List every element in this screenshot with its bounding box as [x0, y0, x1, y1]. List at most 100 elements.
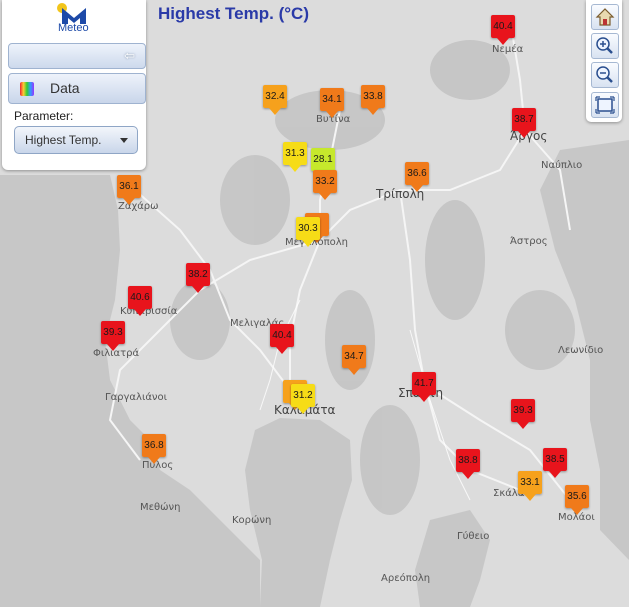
full-extent-button[interactable]: [591, 92, 619, 118]
station-marker[interactable]: 39.3: [101, 321, 125, 351]
marker-pointer: [348, 368, 360, 375]
marker-pointer: [326, 111, 338, 118]
marker-pointer: [148, 457, 160, 464]
place-label: Αρεόπολη: [381, 573, 431, 584]
station-marker[interactable]: 31.2: [291, 384, 315, 414]
marker-pointer: [123, 198, 135, 205]
station-value: 41.7: [412, 372, 436, 395]
marker-pointer: [302, 240, 314, 247]
marker-pointer: [297, 407, 309, 414]
station-value: 34.7: [342, 345, 366, 368]
station-value: 31.2: [291, 384, 315, 407]
zoom-out-button[interactable]: [591, 62, 619, 88]
station-value: 33.1: [518, 471, 542, 494]
station-value: 40.4: [270, 324, 294, 347]
zoom-out-icon: [596, 66, 613, 83]
place-label: Ναύπλιο: [541, 160, 583, 171]
station-marker[interactable]: 33.2: [313, 170, 337, 200]
zoom-in-icon: [596, 37, 613, 54]
station-value: 33.2: [313, 170, 337, 193]
station-marker[interactable]: 40.4: [491, 15, 515, 45]
marker-pointer: [549, 471, 561, 478]
place-label: Λεωνίδιο: [558, 345, 604, 356]
marker-pointer: [524, 494, 536, 501]
station-value: 36.8: [142, 434, 166, 457]
station-marker[interactable]: 34.1: [320, 88, 344, 118]
station-value: 28.1: [311, 148, 335, 171]
station-marker[interactable]: 38.2: [186, 263, 210, 293]
station-value: 35.6: [565, 485, 589, 508]
zoom-in-button[interactable]: [591, 33, 619, 59]
station-value: 40.4: [491, 15, 515, 38]
station-value: 34.1: [320, 88, 344, 111]
station-value: 38.8: [456, 449, 480, 472]
station-marker[interactable]: 36.8: [142, 434, 166, 464]
station-value: 30.3: [296, 217, 320, 240]
station-marker[interactable]: 38.7: [512, 108, 536, 138]
place-label: Γαργαλιάνοι: [105, 392, 168, 403]
station-value: 38.5: [543, 448, 567, 471]
color-scale-icon: [20, 82, 34, 96]
station-marker[interactable]: 31.3: [283, 142, 307, 172]
marker-pointer: [497, 38, 509, 45]
station-value: 39.3: [511, 399, 535, 422]
marker-pointer: [276, 347, 288, 354]
station-marker[interactable]: 38.5: [543, 448, 567, 478]
home-button[interactable]: [591, 4, 619, 30]
map-title: Highest Temp. (°C): [158, 4, 309, 23]
station-value: 36.1: [117, 175, 141, 198]
station-value: 32.4: [263, 85, 287, 108]
station-marker[interactable]: 34.7: [342, 345, 366, 375]
marker-pointer: [517, 422, 529, 429]
place-label: Κορώνη: [232, 515, 272, 526]
marker-pointer: [462, 472, 474, 479]
parameter-select-value: Highest Temp.: [25, 133, 102, 147]
station-value: 31.3: [283, 142, 307, 165]
station-value: 38.2: [186, 263, 210, 286]
data-tab[interactable]: Data: [8, 73, 146, 104]
marker-pointer: [418, 395, 430, 402]
arrow-left-icon: ⇦: [124, 48, 135, 63]
chevron-down-icon: [120, 138, 128, 143]
station-marker[interactable]: 33.1: [518, 471, 542, 501]
station-marker[interactable]: 35.6: [565, 485, 589, 515]
place-label: Γύθειο: [457, 531, 490, 542]
station-marker[interactable]: 30.3: [296, 217, 320, 247]
station-marker[interactable]: 36.6: [405, 162, 429, 192]
station-marker[interactable]: 32.4: [263, 85, 287, 115]
marker-pointer: [367, 108, 379, 115]
place-label: Νεμέα: [492, 44, 524, 55]
marker-pointer: [107, 344, 119, 351]
place-label: Μεθώνη: [140, 502, 181, 513]
station-value: 33.8: [361, 85, 385, 108]
marker-pointer: [319, 193, 331, 200]
station-marker[interactable]: 33.8: [361, 85, 385, 115]
marker-pointer: [134, 309, 146, 316]
data-tab-label: Data: [50, 80, 80, 96]
marker-pointer: [518, 131, 530, 138]
station-marker[interactable]: 36.1: [117, 175, 141, 205]
place-label: Άστρος: [510, 236, 548, 247]
marker-pointer: [289, 165, 301, 172]
map-toolbar: [586, 0, 622, 122]
home-icon: [595, 8, 615, 26]
parameter-select[interactable]: Highest Temp.: [14, 126, 138, 154]
collapse-panel-button[interactable]: ⇦: [8, 43, 146, 69]
marker-pointer: [411, 185, 423, 192]
marker-pointer: [571, 508, 583, 515]
parameter-label: Parameter:: [14, 109, 74, 123]
control-panel: Meteo ⇦ Data Parameter: Highest Temp.: [2, 0, 146, 170]
station-marker[interactable]: 40.6: [128, 286, 152, 316]
station-marker[interactable]: 41.7: [412, 372, 436, 402]
station-marker[interactable]: 40.4: [270, 324, 294, 354]
station-marker[interactable]: 38.8: [456, 449, 480, 479]
station-value: 39.3: [101, 321, 125, 344]
marker-pointer: [269, 108, 281, 115]
station-value: 38.7: [512, 108, 536, 131]
station-marker[interactable]: 39.3: [511, 399, 535, 429]
station-value: 36.6: [405, 162, 429, 185]
marker-pointer: [192, 286, 204, 293]
logo-text: Meteo: [58, 22, 89, 34]
full-extent-icon: [595, 96, 615, 114]
station-value: 40.6: [128, 286, 152, 309]
